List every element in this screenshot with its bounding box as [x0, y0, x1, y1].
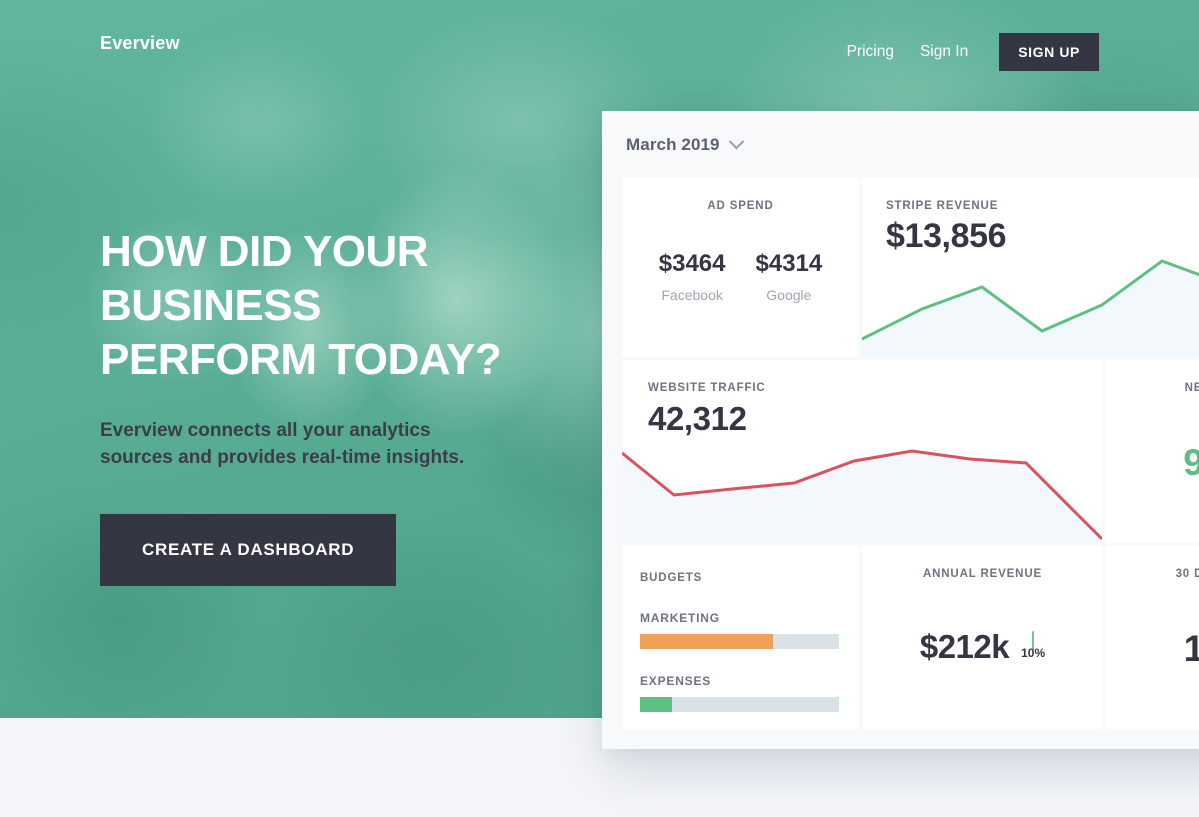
stripe-revenue-sparkline — [862, 259, 1199, 357]
card-net[interactable]: NE 9 — [1105, 360, 1199, 543]
card-budgets[interactable]: BUDGETS MARKETING EXPENSES — [622, 546, 859, 729]
nav-link-sign-in[interactable]: Sign In — [907, 35, 981, 69]
create-dashboard-button[interactable]: CREATE A DASHBOARD — [100, 514, 397, 586]
top-navigation: Everview Pricing Sign In SIGN UP — [0, 0, 1199, 100]
chevron-down-icon[interactable] — [728, 133, 744, 150]
period-selector-label[interactable]: March 2019 — [626, 135, 720, 155]
page-title: HOW DID YOUR BUSINESS PERFORM TODAY? — [100, 225, 570, 387]
brand-logo[interactable]: Everview — [100, 33, 180, 54]
ad-spend-facebook-source: Facebook — [661, 287, 723, 303]
card-stripe-revenue-label: STRIPE REVENUE — [886, 200, 999, 212]
subhead-line-1: Everview connects all your analytics — [100, 420, 431, 441]
ad-spend-values: $3464 Facebook $4314 Google — [622, 250, 859, 303]
sign-up-button[interactable]: SIGN UP — [999, 33, 1099, 71]
annual-revenue-row: $212k 10% — [862, 628, 1103, 666]
ad-spend-facebook: $3464 Facebook — [659, 250, 726, 303]
card-net-value: 9 — [1183, 442, 1199, 483]
card-website-traffic[interactable]: WEBSITE TRAFFIC 42,312 — [622, 360, 1102, 543]
budget-row-expenses-label: EXPENSES — [640, 674, 712, 688]
nav-links: Pricing Sign In SIGN UP — [834, 33, 1199, 71]
dashboard-row-1: AD SPEND $3464 Facebook $4314 Google STR… — [602, 178, 1199, 357]
headline-line-1: HOW DID YOUR — [100, 227, 429, 276]
budget-row-expenses-bar — [640, 697, 839, 712]
card-thirty-day-value: 1 — [1183, 628, 1199, 669]
hero-copy: HOW DID YOUR BUSINESS PERFORM TODAY? Eve… — [100, 225, 570, 586]
budget-row-marketing-bar — [640, 634, 839, 649]
subhead-line-2: sources and provides real-time insights. — [100, 447, 465, 468]
website-traffic-sparkline — [622, 449, 1102, 543]
ad-spend-google-value: $4314 — [755, 250, 823, 277]
hero-subheadline: Everview connects all your analytics sou… — [100, 417, 520, 471]
dashboard-panel: March 2019 AD SPEND $3464 Facebook $4314… — [602, 111, 1199, 749]
card-annual-revenue-value: $212k — [919, 628, 1010, 665]
card-annual-revenue-label: ANNUAL REVENUE — [922, 568, 1043, 580]
ad-spend-google-source: Google — [766, 287, 812, 303]
card-website-traffic-value: 42,312 — [648, 400, 747, 437]
budget-row-marketing-label: MARKETING — [640, 611, 720, 625]
card-thirty-day[interactable]: 30 DA 1 — [1106, 546, 1199, 729]
annual-revenue-delta-value: 10% — [1021, 645, 1046, 660]
card-net-label: NE — [1184, 382, 1199, 394]
card-budgets-label: BUDGETS — [640, 572, 703, 584]
dashboard-row-3: BUDGETS MARKETING EXPENSES ANNUAL REVENU… — [602, 546, 1199, 729]
card-website-traffic-label: WEBSITE TRAFFIC — [648, 382, 766, 394]
ad-spend-google: $4314 Google — [756, 250, 823, 303]
page-root: Everview Pricing Sign In SIGN UP HOW DID… — [0, 0, 1199, 817]
card-annual-revenue[interactable]: ANNUAL REVENUE $212k 10% — [862, 546, 1103, 729]
headline-line-3: PERFORM TODAY? — [100, 335, 502, 384]
budget-row-expenses-fill — [640, 697, 672, 712]
card-ad-spend[interactable]: AD SPEND $3464 Facebook $4314 Google — [622, 178, 859, 357]
ad-spend-facebook-value: $3464 — [658, 250, 726, 277]
card-thirty-day-label: 30 DA — [1175, 568, 1199, 580]
caret-up-icon — [1021, 630, 1045, 650]
budget-row-marketing-fill — [640, 634, 774, 649]
dashboard-header: March 2019 — [602, 111, 1199, 178]
card-ad-spend-label: AD SPEND — [707, 200, 774, 212]
nav-link-pricing[interactable]: Pricing — [834, 35, 907, 69]
card-stripe-revenue-value: $13,856 — [886, 217, 1007, 255]
annual-revenue-delta: 10% — [1021, 630, 1046, 662]
headline-line-2: BUSINESS — [100, 281, 321, 330]
card-stripe-revenue[interactable]: STRIPE REVENUE $13,856 — [862, 178, 1199, 357]
dashboard-row-2: WEBSITE TRAFFIC 42,312 NE 9 — [602, 360, 1199, 543]
